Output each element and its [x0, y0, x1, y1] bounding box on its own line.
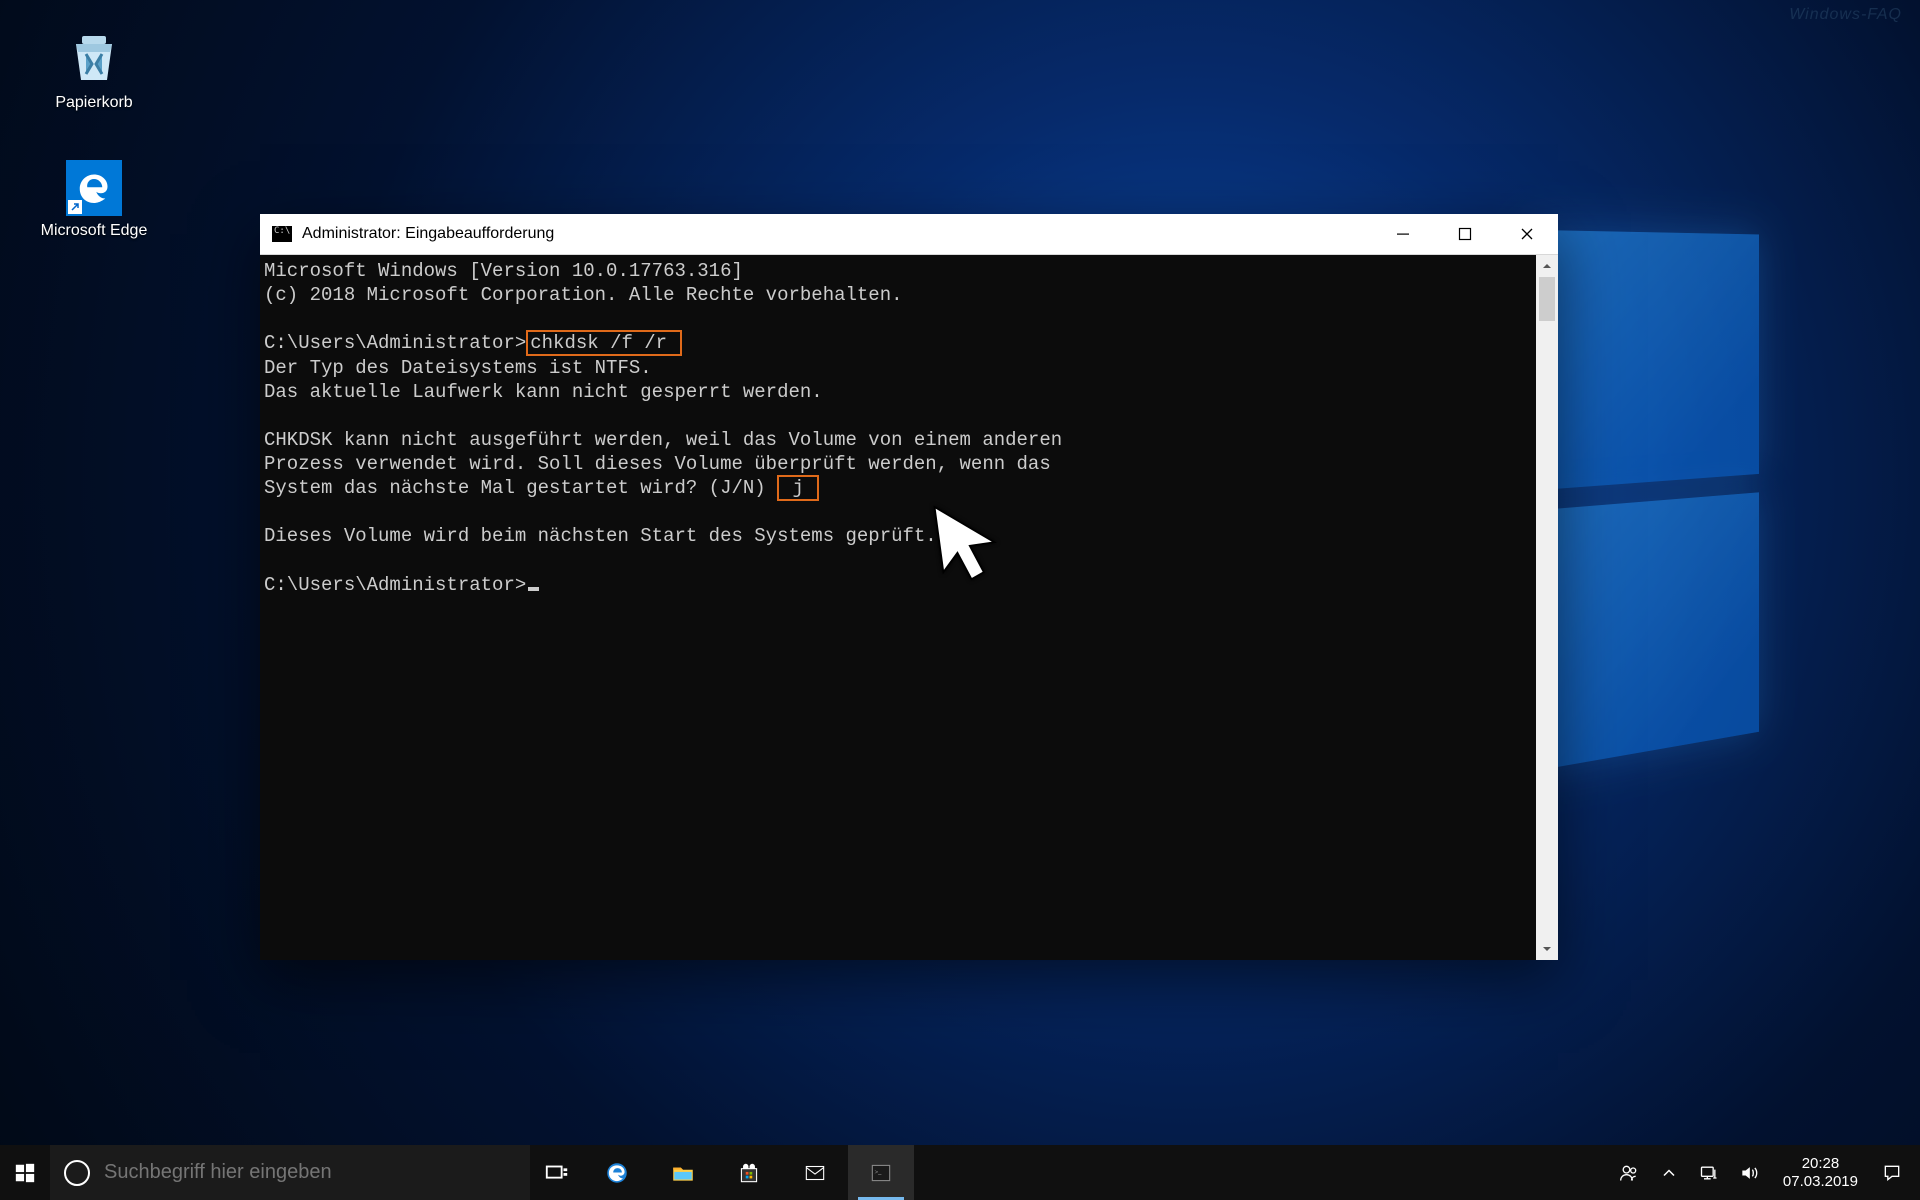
- taskbar-mail-icon[interactable]: [782, 1145, 848, 1200]
- titlebar[interactable]: Administrator: Eingabeaufforderung: [260, 214, 1558, 255]
- task-view-button[interactable]: [530, 1145, 584, 1200]
- line-version: Microsoft Windows [Version 10.0.17763.31…: [264, 260, 743, 282]
- line-msg2: Prozess verwendet wird. Soll dieses Volu…: [264, 453, 1051, 475]
- window-title: Administrator: Eingabeaufforderung: [302, 225, 1372, 243]
- svg-text:>_: >_: [875, 1169, 883, 1176]
- clock-time: 20:28: [1802, 1155, 1840, 1173]
- minimize-button[interactable]: [1372, 214, 1434, 254]
- cursor-annotation-icon: [924, 500, 1012, 588]
- watermark-text: Windows-FAQ: [1789, 6, 1902, 24]
- recycle-bin-label: Papierkorb: [34, 94, 154, 112]
- taskbar-clock[interactable]: 20:28 07.03.2019: [1769, 1155, 1872, 1191]
- vertical-scrollbar[interactable]: [1536, 255, 1558, 960]
- prompt-1: C:\Users\Administrator>: [264, 332, 526, 354]
- command-highlight: chkdsk /f /r: [526, 330, 682, 356]
- cortana-icon[interactable]: [64, 1160, 90, 1186]
- recycle-bin-icon[interactable]: Papierkorb: [34, 24, 154, 112]
- line-lock: Das aktuelle Laufwerk kann nicht gesperr…: [264, 381, 823, 403]
- clock-date: 07.03.2019: [1783, 1173, 1858, 1191]
- scroll-track[interactable]: [1536, 277, 1558, 938]
- scroll-down-button[interactable]: [1536, 938, 1558, 960]
- people-icon[interactable]: [1609, 1163, 1649, 1183]
- maximize-button[interactable]: [1434, 214, 1496, 254]
- taskbar-cmd-icon[interactable]: >_: [848, 1145, 914, 1200]
- prompt-2: C:\Users\Administrator>: [264, 574, 526, 596]
- search-box[interactable]: [50, 1145, 530, 1200]
- action-center-icon[interactable]: [1872, 1163, 1912, 1183]
- start-button[interactable]: [0, 1145, 50, 1200]
- line-msg3: System das nächste Mal gestartet wird? (…: [264, 477, 777, 499]
- answer-highlight: j: [777, 475, 819, 501]
- line-fs: Der Typ des Dateisystems ist NTFS.: [264, 357, 652, 379]
- text-cursor: [528, 587, 539, 591]
- taskbar-store-icon[interactable]: [716, 1145, 782, 1200]
- network-icon[interactable]: [1689, 1163, 1729, 1183]
- cmd-app-icon: [272, 226, 292, 242]
- desktop[interactable]: Windows-FAQ Papierkorb Microsoft Edge Ad…: [0, 0, 1920, 1200]
- edge-shortcut-icon[interactable]: Microsoft Edge: [34, 160, 154, 240]
- scroll-thumb[interactable]: [1539, 277, 1555, 321]
- volume-icon[interactable]: [1729, 1163, 1769, 1183]
- search-input[interactable]: [104, 1161, 516, 1184]
- taskbar-explorer-icon[interactable]: [650, 1145, 716, 1200]
- terminal-output[interactable]: Microsoft Windows [Version 10.0.17763.31…: [260, 255, 1536, 960]
- edge-label: Microsoft Edge: [34, 222, 154, 240]
- line-confirm: Dieses Volume wird beim nächsten Start d…: [264, 525, 937, 547]
- taskbar-edge-icon[interactable]: [584, 1145, 650, 1200]
- scroll-up-button[interactable]: [1536, 255, 1558, 277]
- shortcut-arrow-icon: [68, 200, 82, 214]
- cmd-window[interactable]: Administrator: Eingabeaufforderung Micro…: [260, 214, 1558, 960]
- taskbar[interactable]: >_ 20:28 07.03.2019: [0, 1145, 1920, 1200]
- tray-overflow-icon[interactable]: [1649, 1163, 1689, 1183]
- close-button[interactable]: [1496, 214, 1558, 254]
- line-copyright: (c) 2018 Microsoft Corporation. Alle Rec…: [264, 284, 903, 306]
- line-msg1: CHKDSK kann nicht ausgeführt werden, wei…: [264, 429, 1062, 451]
